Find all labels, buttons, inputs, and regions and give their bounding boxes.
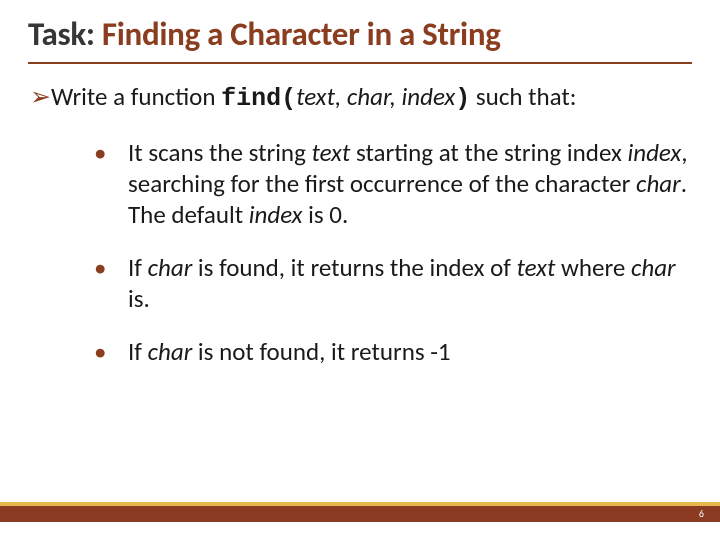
intro-line: ➢Write a function find(text, char, index… [30,82,692,115]
dot-bullet-icon: • [94,336,128,367]
intro-fn: find [221,84,281,113]
list-item-text: If char is not found, it returns -1 [128,336,692,367]
page-number: 6 [699,507,704,520]
footer-accent-dark [0,506,720,522]
intro-post: such that: [470,81,576,112]
list-item: •If char is found, it returns the index … [94,252,692,314]
title-main: Finding a Character in a String [102,14,501,54]
title-prefix: Task: [28,14,102,54]
arrow-bullet-icon: ➢ [30,81,51,112]
list-item: •If char is not found, it returns -1 [94,336,692,367]
dot-bullet-icon: • [94,137,128,168]
list-item: •It scans the string text starting at th… [94,137,692,230]
dot-bullet-icon: • [94,252,128,283]
slide-title: Task: Finding a Character in a String [28,10,692,64]
body: ➢Write a function find(text, char, index… [28,82,692,367]
list-item-text: It scans the string text starting at the… [128,137,692,230]
slide: Task: Finding a Character in a String ➢W… [0,0,720,540]
intro-args: text, char, index [296,81,455,112]
intro-paren-open: ( [281,84,296,113]
intro-pre: Write a function [51,81,221,112]
list-item-text: If char is found, it returns the index o… [128,252,692,314]
intro-paren-close: ) [455,84,470,113]
sub-list: •It scans the string text starting at th… [30,137,692,367]
